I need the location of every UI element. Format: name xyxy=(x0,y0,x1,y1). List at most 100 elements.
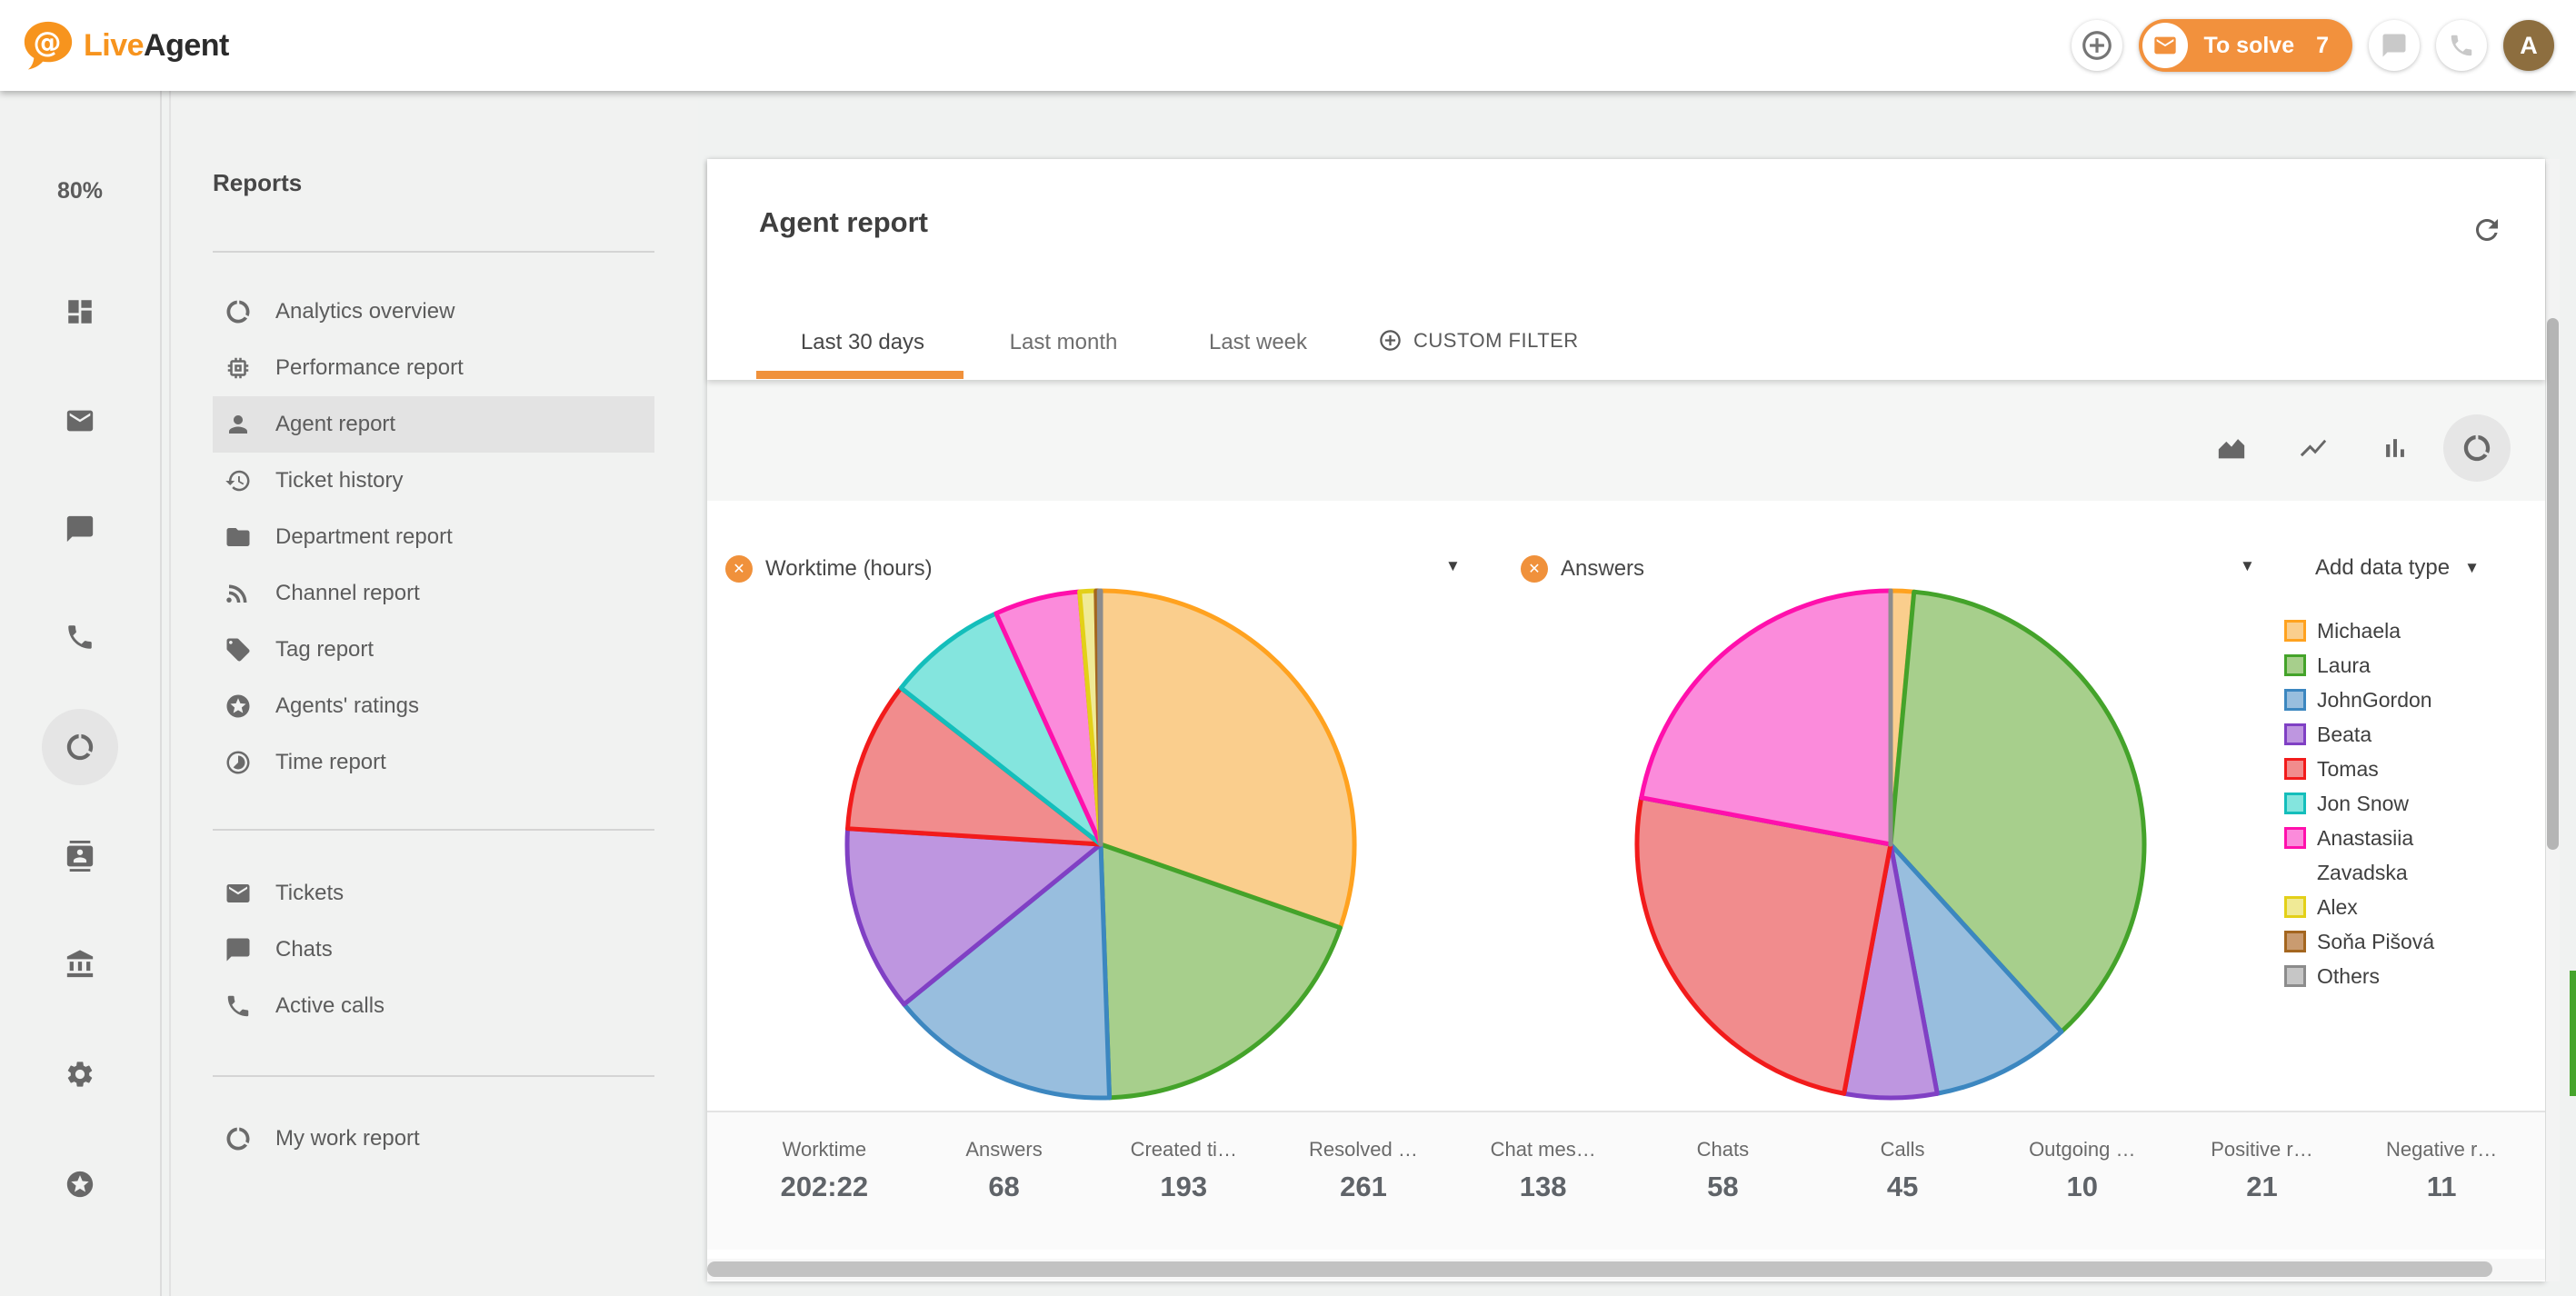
rss-icon xyxy=(225,580,252,607)
stat-label: Created ti… xyxy=(1093,1138,1273,1161)
menu-item-label: Channel report xyxy=(275,581,420,606)
charts-area: ✕ Worktime (hours) ▼ ✕ Answers ▼ Add dat… xyxy=(707,501,2545,1111)
stat-chats: Chats58 xyxy=(1633,1112,1813,1250)
refresh-button[interactable] xyxy=(2471,214,2503,249)
mail-icon xyxy=(225,880,252,907)
logo-live: Live xyxy=(84,28,144,63)
reports-menu: Reports Analytics overviewPerformance re… xyxy=(171,91,698,1296)
legend-item-tomas[interactable]: Tomas xyxy=(2284,752,2511,786)
rail-item-chat[interactable] xyxy=(42,491,118,567)
vertical-scrollbar[interactable] xyxy=(2546,159,2560,1281)
legend-label: Michaela xyxy=(2317,613,2401,648)
legend-item-others[interactable]: Others xyxy=(2284,959,2511,993)
pie-slice-anastasiia-zavadska[interactable] xyxy=(1642,591,1891,844)
legend-item-laura[interactable]: Laura xyxy=(2284,648,2511,683)
chat-icon xyxy=(2381,32,2408,59)
remove-answers-button[interactable]: ✕ xyxy=(1521,555,1548,583)
stat-created-ti-: Created ti…193 xyxy=(1093,1112,1273,1250)
horizontal-scrollbar[interactable] xyxy=(707,1259,2545,1281)
legend-swatch xyxy=(2284,793,2306,814)
menu-item-agent-report[interactable]: Agent report xyxy=(213,396,654,453)
rail-item-star[interactable] xyxy=(42,1146,118,1222)
menu-item-active-calls[interactable]: Active calls xyxy=(213,978,654,1034)
bank-icon xyxy=(65,949,95,980)
legend-item-michaela[interactable]: Michaela xyxy=(2284,613,2511,648)
add-new-button[interactable] xyxy=(2072,20,2122,71)
tab-last-month[interactable]: Last month xyxy=(1010,330,1118,355)
tab-last-week[interactable]: Last week xyxy=(1209,330,1307,355)
menu-item-chats[interactable]: Chats xyxy=(213,922,654,978)
agent-report-panel: Agent report Last 30 daysLast monthLast … xyxy=(707,159,2545,1281)
legend-item-alex[interactable]: Alex xyxy=(2284,890,2511,924)
legend-item-jon-snow[interactable]: Jon Snow xyxy=(2284,786,2511,821)
menu-item-time-report[interactable]: Time report xyxy=(213,734,654,791)
phone-icon xyxy=(65,622,95,653)
menu-item-label: Agent report xyxy=(275,412,395,437)
rail-item-settings[interactable] xyxy=(42,1036,118,1112)
pie-chart-icon xyxy=(2461,433,2492,464)
chat-icon xyxy=(225,936,252,963)
pie-slice-others[interactable] xyxy=(1099,591,1101,844)
add-data-type-dropdown[interactable]: Add data type ▼ xyxy=(2315,555,2480,581)
star-icon xyxy=(65,1169,95,1200)
remove-worktime-button[interactable]: ✕ xyxy=(725,555,753,583)
top-header: @ LiveAgent To solve 7 A xyxy=(0,0,2576,91)
rail-item-reports-donut[interactable] xyxy=(42,709,118,785)
answers-pie-chart[interactable] xyxy=(1632,585,2150,1103)
rail-item-phone[interactable] xyxy=(42,599,118,675)
custom-filter-button[interactable]: CUSTOM FILTER xyxy=(1378,328,1579,353)
svg-text:@: @ xyxy=(34,26,62,59)
chats-header-button[interactable] xyxy=(2369,20,2420,71)
rail-item-bank[interactable] xyxy=(42,926,118,1002)
star-icon xyxy=(225,693,252,720)
menu-item-my-work-report[interactable]: My work report xyxy=(213,1111,654,1167)
menu-title: Reports xyxy=(213,169,302,197)
legend-item-anastasiia-zavadska[interactable]: Anastasiia Zavadska xyxy=(2284,821,2511,890)
legend-item-beata[interactable]: Beata xyxy=(2284,717,2511,752)
legend-item-so-a-pi-ov-[interactable]: Soňa Pišová xyxy=(2284,924,2511,959)
menu-item-analytics-overview[interactable]: Analytics overview xyxy=(213,284,654,340)
worktime-dropdown-caret[interactable]: ▼ xyxy=(1445,557,1461,575)
liveagent-logo[interactable]: @ LiveAgent xyxy=(20,17,229,74)
menu-item-tag-report[interactable]: Tag report xyxy=(213,622,654,678)
vertical-scrollbar-thumb[interactable] xyxy=(2547,318,2559,850)
menu-item-department-report[interactable]: Department report xyxy=(213,509,654,565)
calls-header-button[interactable] xyxy=(2436,20,2487,71)
avatar[interactable]: A xyxy=(2503,20,2554,71)
menu-item-ticket-history[interactable]: Ticket history xyxy=(213,453,654,509)
answers-dropdown-caret[interactable]: ▼ xyxy=(2240,557,2255,575)
tab-last-30-days[interactable]: Last 30 days xyxy=(801,330,924,355)
cutoff-chart-sliver xyxy=(2570,971,2576,1096)
stat-value: 11 xyxy=(2351,1171,2531,1203)
stat-worktime: Worktime202:22 xyxy=(734,1112,914,1250)
add-circle-icon xyxy=(1378,328,1403,353)
rail-item-contacts[interactable] xyxy=(42,818,118,894)
legend-swatch xyxy=(2284,689,2306,711)
menu-item-agents-ratings[interactable]: Agents' ratings xyxy=(213,678,654,734)
to-solve-button[interactable]: To solve 7 xyxy=(2139,19,2352,72)
menu-item-tickets[interactable]: Tickets xyxy=(213,865,654,922)
menu-item-performance-report[interactable]: Performance report xyxy=(213,340,654,396)
menu-divider xyxy=(213,1075,654,1077)
worktime-pie-chart[interactable] xyxy=(842,585,1360,1103)
menu-divider xyxy=(213,251,654,253)
legend-swatch xyxy=(2284,620,2306,642)
legend-label: Beata xyxy=(2317,717,2371,752)
pie-slice-tomas[interactable] xyxy=(1637,798,1891,1094)
chart-type-area-chart[interactable] xyxy=(2198,414,2265,482)
stat-negative-r-: Negative r…11 xyxy=(2351,1112,2531,1250)
chart-type-pie-chart[interactable] xyxy=(2443,414,2511,482)
bar-chart-icon xyxy=(2380,433,2411,464)
stat-value: 261 xyxy=(1273,1171,1453,1203)
legend-item-johngordon[interactable]: JohnGordon xyxy=(2284,683,2511,717)
menu-item-channel-report[interactable]: Channel report xyxy=(213,565,654,622)
chip-icon xyxy=(225,354,252,382)
rail-item-mail[interactable] xyxy=(42,383,118,459)
topbar-actions: To solve 7 A xyxy=(2072,0,2554,91)
rail-item-dashboard[interactable] xyxy=(42,274,118,350)
legend-label: Anastasiia Zavadska xyxy=(2317,821,2481,890)
menu-item-label: Chats xyxy=(275,937,333,962)
chart-type-bar-chart[interactable] xyxy=(2361,414,2429,482)
horizontal-scrollbar-thumb[interactable] xyxy=(707,1261,2492,1277)
chart-type-line-chart[interactable] xyxy=(2280,414,2347,482)
